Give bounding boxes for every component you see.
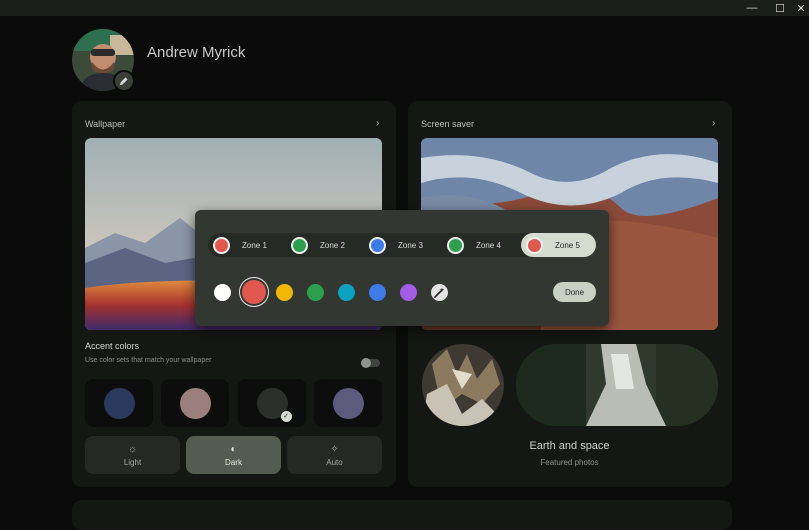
zone-color-dot (213, 236, 230, 254)
theme-light-button[interactable]: ☼ Light (85, 436, 180, 474)
zone-color-dot (291, 236, 308, 254)
zone-5-button[interactable]: Zone 5 (521, 233, 596, 257)
swatch-color (179, 387, 211, 419)
theme-light-label: Light (123, 457, 142, 467)
color-blue[interactable] (369, 284, 386, 301)
swatch-color: ✓ (256, 387, 292, 422)
minimize-icon: — (746, 2, 758, 14)
accent-swatch-4[interactable] (314, 379, 382, 427)
magic-wand-icon (434, 287, 445, 298)
check-icon: ✓ (280, 410, 292, 422)
zone-2-button[interactable]: Zone 2 (286, 233, 364, 257)
zone-3-button[interactable]: Zone 3 (364, 233, 442, 257)
screen-saver-album-subtitle: Featured photos (540, 458, 599, 467)
zone-1-button[interactable]: Zone 1 (208, 233, 286, 257)
accent-swatch-1[interactable] (85, 379, 153, 427)
color-cyan[interactable] (338, 284, 355, 301)
theme-dark-button[interactable]: ◐ Dark (186, 436, 281, 474)
zone-3-label: Zone 3 (398, 240, 423, 250)
wallpaper-chevron-right-icon[interactable]: › (376, 118, 379, 129)
color-white[interactable] (214, 284, 231, 301)
edit-avatar-button[interactable] (113, 70, 135, 92)
next-section-card (72, 500, 732, 530)
wallpaper-title[interactable]: Wallpaper (85, 119, 125, 129)
swatch-color (332, 387, 364, 419)
zone-1-label: Zone 1 (242, 240, 267, 250)
zone-color-dot (369, 236, 386, 254)
maximize-icon: ☐ (775, 2, 785, 15)
light-mode-icon: ☼ (127, 443, 138, 455)
screen-saver-chevron-right-icon[interactable]: › (712, 118, 715, 129)
auto-mode-icon: ✧ (330, 443, 339, 455)
accent-colors-subtitle: Use color sets that match your wallpaper (85, 357, 212, 364)
zone-2-label: Zone 2 (320, 240, 345, 250)
zone-selector: Zone 1 Zone 2 Zone 3 Zone 4 Zone 5 (208, 233, 596, 257)
minimize-button[interactable]: — (741, 0, 763, 16)
pencil-icon (120, 77, 128, 85)
color-purple[interactable] (400, 284, 417, 301)
zone-5-label: Zone 5 (555, 240, 580, 250)
theme-auto-label: Auto (326, 457, 343, 467)
accent-colors-title: Accent colors (85, 341, 140, 351)
color-red[interactable] (242, 280, 266, 304)
title-bar (0, 0, 809, 16)
screen-saver-title[interactable]: Screen saver (421, 119, 474, 129)
screen-saver-thumbnail-1[interactable] (422, 344, 504, 426)
user-name: Andrew Myrick (147, 44, 246, 61)
accent-swatch-3[interactable]: ✓ (238, 379, 306, 427)
screen-saver-album-title: Earth and space (529, 440, 610, 452)
theme-dark-label: Dark (225, 457, 242, 467)
custom-color-button[interactable] (431, 284, 448, 301)
theme-auto-button[interactable]: ✧ Auto (287, 436, 382, 474)
accent-swatch-2[interactable] (161, 379, 229, 427)
screen-saver-thumbnail-2[interactable] (516, 344, 718, 426)
swatch-color (103, 387, 135, 419)
done-button[interactable]: Done (553, 282, 596, 302)
zone-4-button[interactable]: Zone 4 (442, 233, 520, 257)
keyboard-zone-color-popup: Zone 1 Zone 2 Zone 3 Zone 4 Zone 5 Done (195, 210, 609, 326)
color-yellow[interactable] (276, 284, 293, 301)
match-wallpaper-toggle[interactable] (361, 358, 380, 368)
zone-4-label: Zone 4 (476, 240, 501, 250)
color-green[interactable] (307, 284, 324, 301)
zone-color-dot (526, 236, 543, 254)
dark-mode-icon: ◐ (230, 443, 237, 455)
zone-color-dot (447, 236, 464, 254)
maximize-button[interactable]: ☐ (769, 0, 791, 16)
toggle-knob (361, 358, 371, 368)
close-button[interactable]: ✕ (790, 0, 809, 16)
close-icon: ✕ (796, 2, 806, 15)
